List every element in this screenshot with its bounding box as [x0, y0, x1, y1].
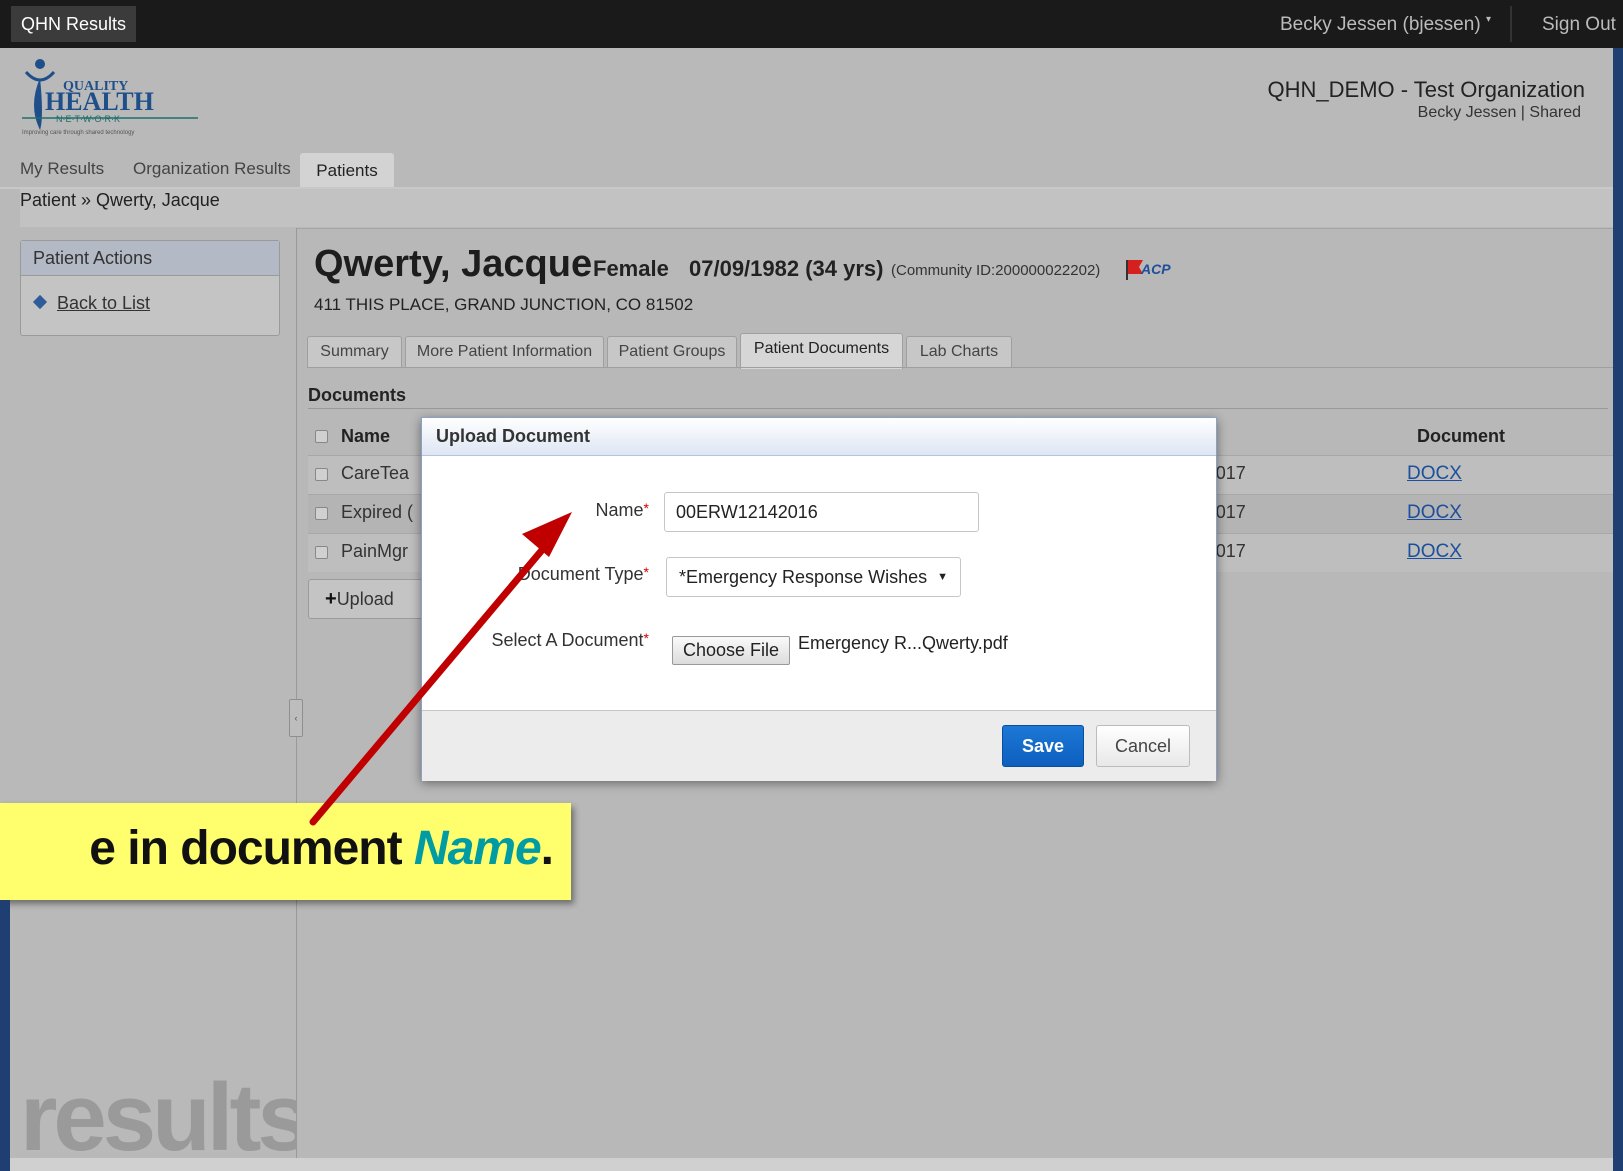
results-watermark: results [20, 1064, 311, 1171]
organization-name: QHN_DEMO - Test Organization [1267, 77, 1585, 102]
callout-emphasis: Name [413, 822, 542, 875]
callout-text: e in document Name. [89, 821, 554, 876]
logo-line2: HEALTH [45, 87, 154, 116]
back-to-list-link[interactable]: Back to List [32, 293, 151, 314]
dialog-title: Upload Document [422, 418, 1216, 456]
cancel-button[interactable]: Cancel [1096, 725, 1190, 767]
tab-summary[interactable]: Summary [307, 336, 402, 367]
back-diamond-icon [32, 294, 48, 310]
patient-name: Qwerty, Jacque [314, 243, 593, 285]
instruction-callout: e in document Name. [0, 803, 571, 900]
callout-suffix: . [540, 822, 554, 875]
sign-out-link[interactable]: Sign Out [1542, 14, 1616, 36]
row-checkbox[interactable] [315, 546, 328, 559]
app-window: QHN Results Becky Jessen (bjessen) ▾ Sig… [0, 0, 1623, 1171]
select-document-label-text: Select A Document [491, 630, 644, 650]
document-type-label: Document Type* [518, 564, 649, 585]
topbar-divider [1510, 6, 1512, 42]
required-marker: * [643, 500, 649, 516]
documents-rule [308, 408, 1608, 409]
patient-actions-title: Patient Actions [21, 241, 279, 276]
row-name: Expired ( [341, 502, 414, 522]
tab-baseline [307, 367, 1623, 368]
name-label-text: Name [595, 500, 644, 520]
documents-heading: Documents [308, 385, 407, 405]
select-all-checkbox[interactable] [315, 430, 328, 443]
back-to-list-label: Back to List [57, 293, 151, 313]
logo-tagline: Improving care through shared technology [22, 130, 134, 136]
row-name: PainMgr [341, 541, 409, 561]
selected-file-name: Emergency R...Qwerty.pdf [798, 633, 1008, 653]
acp-flag-icon: ACP [1126, 260, 1171, 280]
nav-organization-results[interactable]: Organization Results [133, 159, 291, 179]
row-name: CareTea [341, 463, 410, 483]
column-header-document[interactable]: Document [1417, 426, 1505, 447]
document-name-input[interactable] [664, 492, 979, 532]
row-doc-link[interactable]: DOCX [1407, 463, 1462, 485]
logo-line3: N·E·T·W·O·R·K [56, 114, 120, 124]
breadcrumb: Patient » Qwerty, Jacque [20, 189, 1623, 227]
plus-icon: + [325, 588, 337, 610]
dialog-footer: Save Cancel [422, 710, 1216, 781]
choose-file-button[interactable]: Choose File [672, 636, 791, 665]
callout-prefix: e in document [89, 822, 414, 875]
upload-button[interactable]: +Upload [308, 579, 438, 619]
document-type-label-text: Document Type [517, 564, 644, 584]
required-marker: * [643, 564, 649, 580]
column-header-name[interactable]: Name [341, 426, 390, 447]
row-doc-link[interactable]: DOCX [1407, 541, 1462, 563]
upload-document-dialog: Upload Document Name* Document Type* *Em… [421, 417, 1217, 781]
acp-badge-text: ACP [1140, 261, 1171, 277]
user-menu-label: Becky Jessen (bjessen) [1280, 14, 1481, 35]
document-type-value: *Emergency Response Wishes [679, 567, 928, 587]
row-checkbox[interactable] [315, 468, 328, 481]
patient-actions-panel: Patient Actions Back to List [20, 240, 280, 336]
patient-address: 411 THIS PLACE, GRAND JUNCTION, CO 81502 [314, 295, 694, 314]
nav-patients[interactable]: Patients [300, 153, 394, 189]
tab-lab-charts[interactable]: Lab Charts [906, 336, 1012, 367]
row-checkbox[interactable] [315, 507, 328, 520]
organization-sub: Becky Jessen | Shared [1417, 104, 1581, 121]
tab-patient-groups[interactable]: Patient Groups [607, 336, 737, 367]
upload-label: Upload [336, 589, 394, 609]
document-type-select[interactable]: *Emergency Response Wishes ▼ [666, 557, 961, 597]
tab-more-patient-information[interactable]: More Patient Information [405, 336, 604, 367]
user-menu[interactable]: Becky Jessen (bjessen) ▾ [1280, 14, 1491, 36]
right-edge-border [1613, 48, 1623, 1171]
select-arrow-icon: ▼ [937, 571, 948, 583]
patient-dob: 07/09/1982 (34 yrs) [689, 256, 884, 281]
top-bar: QHN Results Becky Jessen (bjessen) ▾ Sig… [0, 0, 1623, 48]
nav-my-results[interactable]: My Results [20, 159, 104, 179]
sidebar-collapse-handle[interactable]: ‹ [289, 699, 303, 737]
required-marker: * [643, 630, 649, 646]
app-title[interactable]: QHN Results [11, 6, 137, 42]
footer-bar [10, 1158, 1623, 1171]
row-doc-link[interactable]: DOCX [1407, 502, 1462, 524]
patient-sex: Female [593, 256, 669, 281]
select-document-label: Select A Document* [491, 630, 649, 651]
caret-down-icon: ▾ [1485, 14, 1491, 25]
name-label: Name* [596, 500, 649, 521]
sidebar-divider [296, 228, 297, 1158]
save-button[interactable]: Save [1002, 725, 1084, 767]
left-edge-border [0, 900, 10, 1171]
quality-health-network-logo[interactable]: QUALITY HEALTH N·E·T·W·O·R·K Improving c… [18, 58, 208, 144]
patient-community-id: (Community ID:200000022202) [891, 262, 1101, 279]
tab-patient-documents[interactable]: Patient Documents [740, 333, 903, 369]
